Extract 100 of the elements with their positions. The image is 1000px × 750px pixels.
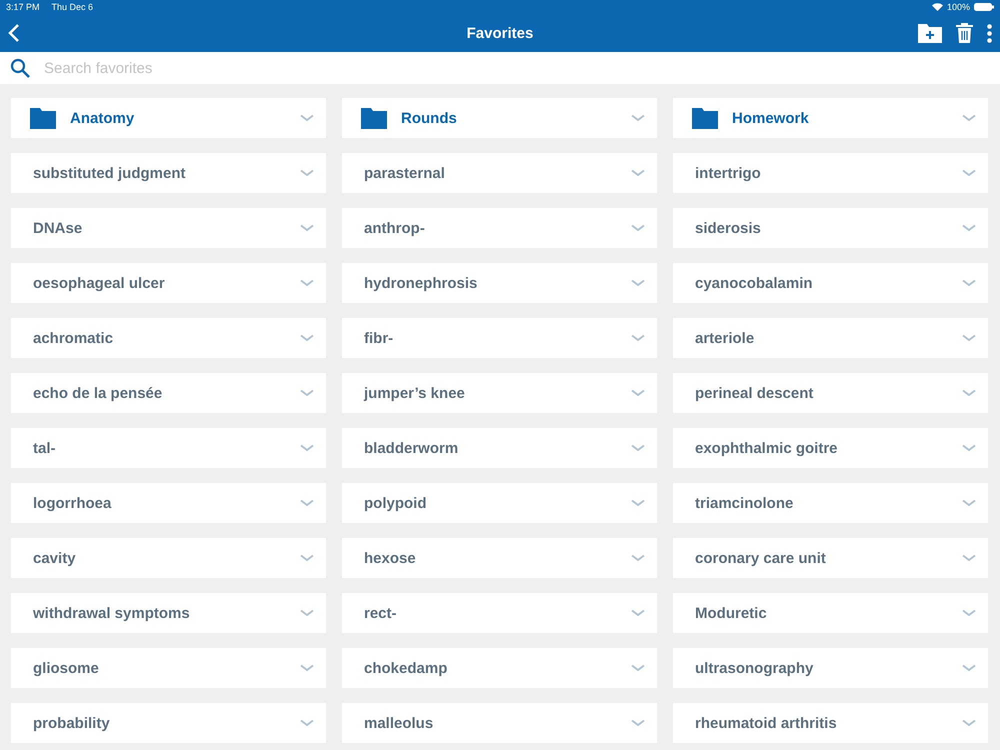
term-label: probability <box>33 714 110 732</box>
battery-percent: 100% <box>946 2 970 12</box>
folder-icon <box>692 108 718 128</box>
favorite-row[interactable]: exophthalmic goitre <box>673 428 988 468</box>
chevron-down-icon <box>631 114 645 122</box>
favorite-row[interactable]: jumper’s knee <box>342 373 657 413</box>
favorite-row[interactable]: DNAse <box>11 208 326 248</box>
chevron-down-icon <box>300 279 314 287</box>
favorite-row[interactable]: perineal descent <box>673 373 988 413</box>
term-label: echo de la pensée <box>33 384 162 402</box>
folder-name: Anatomy <box>70 110 134 126</box>
favorite-row[interactable]: withdrawal symptoms <box>11 593 326 633</box>
favorite-row[interactable]: triamcinolone <box>673 483 988 523</box>
favorite-row[interactable]: cavity <box>11 538 326 578</box>
chevron-down-icon <box>631 224 645 232</box>
folder-row[interactable]: Rounds <box>342 98 657 138</box>
favorite-row[interactable]: gliosome <box>11 648 326 688</box>
term-label: withdrawal symptoms <box>33 604 190 622</box>
favorite-row[interactable]: ultrasonography <box>673 648 988 688</box>
favorite-row[interactable]: fibr- <box>342 318 657 358</box>
chevron-down-icon <box>962 499 976 507</box>
chevron-down-icon <box>300 114 314 122</box>
favorite-row[interactable]: anthrop- <box>342 208 657 248</box>
favorite-row[interactable]: bladderworm <box>342 428 657 468</box>
term-label: malleolus <box>364 714 434 732</box>
chevron-down-icon <box>962 224 976 232</box>
favorite-row[interactable]: achromatic <box>11 318 326 358</box>
favorite-row[interactable]: chokedamp <box>342 648 657 688</box>
favorite-row[interactable]: hexose <box>342 538 657 578</box>
chevron-down-icon <box>631 499 645 507</box>
trash-icon[interactable] <box>956 23 973 43</box>
favorite-row[interactable]: rect- <box>342 593 657 633</box>
chevron-down-icon <box>631 664 645 672</box>
wifi-icon <box>932 3 943 11</box>
favorite-row[interactable]: hydronephrosis <box>342 263 657 303</box>
chevron-down-icon <box>962 169 976 177</box>
term-label: bladderworm <box>364 440 458 456</box>
folder-icon <box>30 108 56 128</box>
chevron-down-icon <box>631 389 645 397</box>
term-label: exophthalmic goitre <box>695 440 838 456</box>
favorite-row[interactable]: polypoid <box>342 483 657 523</box>
term-label: cyanocobalamin <box>695 274 813 292</box>
battery-icon <box>974 3 994 11</box>
search-icon <box>10 58 30 78</box>
page-title: Favorites <box>466 24 534 42</box>
search-field[interactable]: Search favorites <box>44 60 990 76</box>
term-label: arteriole <box>695 330 754 346</box>
chevron-down-icon <box>962 389 976 397</box>
folder-row[interactable]: Homework <box>673 98 988 138</box>
term-label: fibr- <box>364 330 394 346</box>
favorite-row[interactable]: Moduretic <box>673 593 988 633</box>
term-label: hexose <box>364 550 416 566</box>
chevron-down-icon <box>300 719 314 727</box>
term-label: parasternal <box>364 164 445 182</box>
term-label: intertrigo <box>695 164 761 182</box>
chevron-down-icon <box>962 719 976 727</box>
chevron-down-icon <box>962 334 976 342</box>
favorite-row[interactable]: intertrigo <box>673 153 988 193</box>
favorite-row[interactable]: coronary care unit <box>673 538 988 578</box>
term-label: substituted judgment <box>33 164 186 182</box>
term-label: gliosome <box>33 660 99 676</box>
favorite-row[interactable]: arteriole <box>673 318 988 358</box>
chevron-down-icon <box>300 554 314 562</box>
folder-row[interactable]: Anatomy <box>11 98 326 138</box>
favorite-row[interactable]: substituted judgment <box>11 153 326 193</box>
folder-name: Rounds <box>401 110 457 126</box>
favorite-row[interactable]: malleolus <box>342 703 657 743</box>
favorite-row[interactable]: echo de la pensée <box>11 373 326 413</box>
favorite-row[interactable]: rheumatoid arthritis <box>673 703 988 743</box>
new-folder-icon[interactable] <box>918 24 942 42</box>
favorite-row[interactable]: tal- <box>11 428 326 468</box>
term-label: anthrop- <box>364 220 425 236</box>
status-time: 3:17 PM <box>6 2 40 12</box>
back-icon[interactable] <box>8 24 20 42</box>
chevron-down-icon <box>962 664 976 672</box>
favorite-row[interactable]: parasternal <box>342 153 657 193</box>
chevron-down-icon <box>962 609 976 617</box>
chevron-down-icon <box>300 389 314 397</box>
term-label: cavity <box>33 550 76 566</box>
chevron-down-icon <box>300 224 314 232</box>
chevron-down-icon <box>631 444 645 452</box>
chevron-down-icon <box>631 554 645 562</box>
chevron-down-icon <box>962 114 976 122</box>
favorite-row[interactable]: oesophageal ulcer <box>11 263 326 303</box>
favorite-row[interactable]: probability <box>11 703 326 743</box>
term-label: rect- <box>364 604 397 622</box>
chevron-down-icon <box>300 609 314 617</box>
chevron-down-icon <box>300 169 314 177</box>
term-label: triamcinolone <box>695 494 794 512</box>
term-label: oesophageal ulcer <box>33 274 165 292</box>
chevron-down-icon <box>300 499 314 507</box>
search-bar[interactable]: Search favorites <box>0 52 1000 84</box>
chevron-down-icon <box>300 664 314 672</box>
favorite-row[interactable]: siderosis <box>673 208 988 248</box>
chevron-down-icon <box>962 279 976 287</box>
favorite-row[interactable]: cyanocobalamin <box>673 263 988 303</box>
favorite-row[interactable]: logorrhoea <box>11 483 326 523</box>
more-icon[interactable] <box>987 24 992 42</box>
term-label: tal- <box>33 440 56 456</box>
status-date: Thu Dec 6 <box>52 2 94 12</box>
